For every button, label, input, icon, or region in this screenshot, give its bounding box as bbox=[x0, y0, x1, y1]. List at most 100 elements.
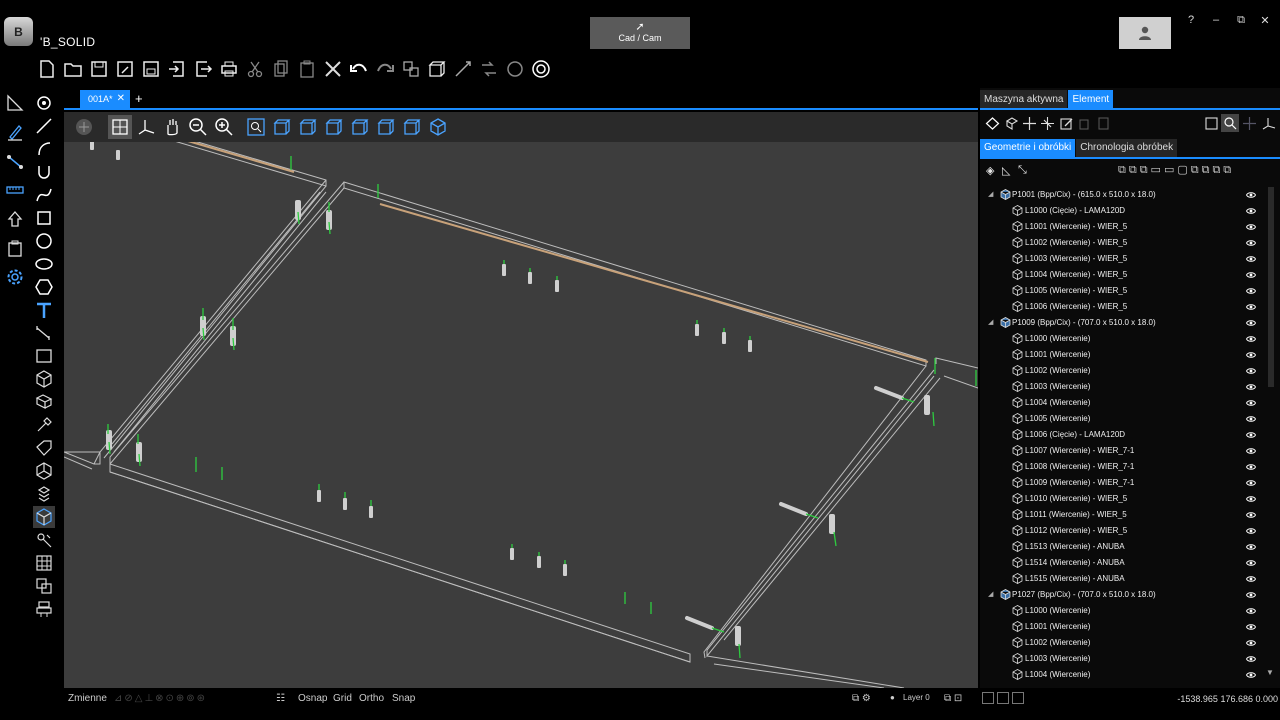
tree-operation-item[interactable]: L1000 (Wiercenie) bbox=[980, 331, 1266, 347]
tree-operation-item[interactable]: L1001 (Wiercenie) - WIER_5 bbox=[980, 219, 1266, 235]
visibility-eye-icon[interactable] bbox=[1246, 591, 1256, 599]
variables-label[interactable]: Zmienne bbox=[68, 693, 107, 704]
tree-operation-item[interactable]: L1001 (Wiercenie) bbox=[980, 347, 1266, 363]
text-tool-button[interactable] bbox=[33, 299, 55, 321]
tree-operation-item[interactable]: L1008 (Wiercenie) - WIER_7-1 bbox=[980, 459, 1266, 475]
save-as-button[interactable] bbox=[113, 57, 137, 81]
cut-button[interactable] bbox=[243, 57, 267, 81]
panel-tool-b[interactable] bbox=[997, 692, 1009, 704]
expand-arrow-icon[interactable]: ◢ bbox=[988, 590, 993, 598]
tree-operation-item[interactable]: L1002 (Wiercenie) bbox=[980, 363, 1266, 379]
visibility-eye-icon[interactable] bbox=[1246, 383, 1256, 391]
visibility-eye-icon[interactable] bbox=[1246, 207, 1256, 215]
copy-element-button[interactable] bbox=[1076, 114, 1094, 132]
pan-select-button[interactable] bbox=[108, 115, 132, 139]
tree-scrollbar[interactable] bbox=[1268, 187, 1274, 387]
zoom-in-button[interactable] bbox=[212, 115, 236, 139]
layer-controls-icon[interactable]: ⧉ ⊡ bbox=[944, 693, 962, 704]
app-logo[interactable]: B bbox=[4, 17, 33, 46]
visibility-eye-icon[interactable] bbox=[1246, 463, 1256, 471]
visibility-eye-icon[interactable] bbox=[1246, 303, 1256, 311]
zoom-panel-button[interactable] bbox=[1221, 114, 1239, 132]
tab-machining-history[interactable]: Chronologia obróbek bbox=[1076, 139, 1178, 157]
visibility-eye-icon[interactable] bbox=[1246, 415, 1256, 423]
visibility-eye-icon[interactable] bbox=[1246, 607, 1256, 615]
tree-operation-item[interactable]: L1004 (Wiercenie) bbox=[980, 667, 1266, 683]
tree-operation-item[interactable]: L1001 (Wiercenie) bbox=[980, 619, 1266, 635]
open-file-button[interactable] bbox=[61, 57, 85, 81]
osnap-toggle[interactable]: Osnap bbox=[298, 693, 327, 704]
tab-element[interactable]: Element bbox=[1068, 90, 1114, 108]
panel-tool-a[interactable] bbox=[982, 692, 994, 704]
fit-panel-button[interactable] bbox=[1202, 114, 1220, 132]
expand-arrow-icon[interactable]: ◢ bbox=[988, 190, 993, 198]
arc-tool-button[interactable] bbox=[33, 138, 55, 160]
layer-tools-icon[interactable]: ⧉ ⚙ bbox=[852, 693, 871, 704]
scroll-down-arrow-icon[interactable]: ▼ bbox=[1266, 668, 1274, 677]
tree-operation-item[interactable]: L1010 (Wiercenie) - WIER_5 bbox=[980, 491, 1266, 507]
spline-tool-button[interactable] bbox=[33, 184, 55, 206]
polygon-tool-button[interactable] bbox=[33, 276, 55, 298]
tree-operation-item[interactable]: L1002 (Wiercenie) - WIER_5 bbox=[980, 235, 1266, 251]
hardware-tool-button[interactable] bbox=[33, 598, 55, 620]
line-segment-button[interactable] bbox=[33, 115, 55, 137]
select-element-button[interactable] bbox=[983, 114, 1001, 132]
ortho-toggle[interactable]: Ortho bbox=[359, 693, 384, 704]
view-back-button[interactable] bbox=[296, 115, 320, 139]
pan-button[interactable] bbox=[160, 115, 184, 139]
restore-button[interactable]: ⧉ bbox=[1232, 14, 1250, 27]
tree-operation-item[interactable]: L1007 (Wiercenie) - WIER_7-1 bbox=[980, 443, 1266, 459]
visibility-eye-icon[interactable] bbox=[1246, 527, 1256, 535]
paste-element-button[interactable] bbox=[1094, 114, 1112, 132]
tree-operation-item[interactable]: L1000 (Cięcie) - LAMA120D bbox=[980, 203, 1266, 219]
visibility-eye-icon[interactable] bbox=[1246, 543, 1256, 551]
visibility-eye-icon[interactable] bbox=[1246, 431, 1256, 439]
move-element-button[interactable] bbox=[1020, 114, 1038, 132]
user-account-button[interactable] bbox=[1119, 17, 1171, 49]
circle-tool-button[interactable] bbox=[503, 57, 527, 81]
visibility-eye-icon[interactable] bbox=[1246, 511, 1256, 519]
visibility-eye-icon[interactable] bbox=[1246, 271, 1256, 279]
tree-operation-item[interactable]: L1004 (Wiercenie) - WIER_5 bbox=[980, 267, 1266, 283]
assembly-tool-button[interactable] bbox=[33, 506, 55, 528]
scene-drawing[interactable] bbox=[64, 112, 978, 688]
circle-tool-left-button[interactable] bbox=[33, 230, 55, 252]
tree-filter-icons[interactable]: ⧉⧉⧉▭▭▢⧉⧉⧉⧉ bbox=[1118, 163, 1234, 177]
line-tool-icon[interactable]: ⤡ bbox=[1018, 164, 1027, 177]
view-bottom-button[interactable] bbox=[400, 115, 424, 139]
copy-button[interactable] bbox=[269, 57, 293, 81]
view-3d-button[interactable] bbox=[1240, 114, 1258, 132]
visibility-eye-icon[interactable] bbox=[1246, 223, 1256, 231]
u-curve-button[interactable] bbox=[33, 161, 55, 183]
save-button[interactable] bbox=[87, 57, 111, 81]
tree-operation-item[interactable]: L1002 (Wiercenie) bbox=[980, 635, 1266, 651]
boolean-tool-button[interactable] bbox=[33, 575, 55, 597]
import-button[interactable] bbox=[165, 57, 189, 81]
visibility-eye-icon[interactable] bbox=[1246, 671, 1256, 679]
tree-operation-item[interactable]: L1005 (Wiercenie) - WIER_5 bbox=[980, 283, 1266, 299]
visibility-eye-icon[interactable] bbox=[1246, 495, 1256, 503]
visibility-eye-icon[interactable] bbox=[1246, 575, 1256, 583]
zoom-out-button[interactable] bbox=[186, 115, 210, 139]
tree-panel-node[interactable]: ◢ P1027 (Bpp/Cix) - (707.0 x 510.0 x 18.0… bbox=[980, 587, 1266, 603]
visibility-eye-icon[interactable] bbox=[1246, 623, 1256, 631]
visibility-eye-icon[interactable] bbox=[1246, 287, 1256, 295]
tree-operation-item[interactable]: L1003 (Wiercenie) - WIER_5 bbox=[980, 251, 1266, 267]
visibility-eye-icon[interactable] bbox=[1246, 191, 1256, 199]
panel-tool-c[interactable] bbox=[1012, 692, 1024, 704]
visibility-eye-icon[interactable] bbox=[1246, 479, 1256, 487]
stack-tool-button[interactable] bbox=[33, 483, 55, 505]
layer-label[interactable]: Layer 0 bbox=[903, 693, 930, 702]
dimension-line-button[interactable] bbox=[33, 322, 55, 344]
add-element-button[interactable] bbox=[1002, 114, 1020, 132]
drill-tool-button[interactable] bbox=[33, 414, 55, 436]
close-button[interactable]: ✕ bbox=[1256, 14, 1274, 27]
tree-operation-item[interactable]: L1009 (Wiercenie) - WIER_7-1 bbox=[980, 475, 1266, 491]
layers-icon[interactable]: ◈ bbox=[986, 164, 994, 177]
tree-operation-item[interactable]: L1515 (Wiercenie) - ANUBA bbox=[980, 571, 1266, 587]
rotate-element-button[interactable] bbox=[1038, 114, 1056, 132]
tag-tool-button[interactable] bbox=[33, 437, 55, 459]
tree-operation-item[interactable]: L1513 (Wiercenie) - ANUBA bbox=[980, 539, 1266, 555]
line-tool-button[interactable] bbox=[4, 150, 26, 172]
machining-tool-button[interactable] bbox=[33, 529, 55, 551]
